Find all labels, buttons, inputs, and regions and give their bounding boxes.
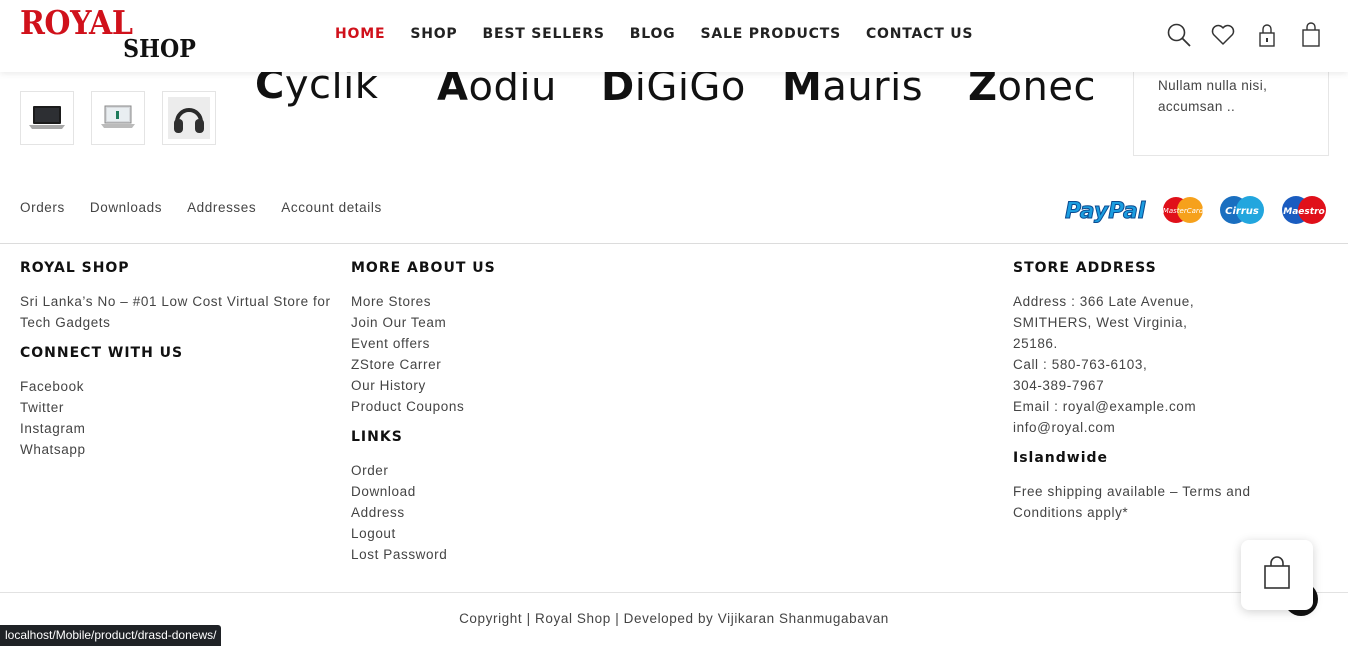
footer-link-whatsapp[interactable]: Whatsapp [20,439,340,460]
headphones-thumbnail[interactable] [162,91,216,145]
cirrus-logo: Cirrus [1217,194,1267,226]
account-link-addresses[interactable]: Addresses [187,200,256,215]
heart-icon[interactable] [1210,22,1236,48]
maestro-logo: Maestro [1279,194,1329,226]
footer-heading: STORE ADDRESS [1013,260,1157,276]
footer-link[interactable]: Event offers [351,333,651,354]
footer-heading: LINKS [351,429,403,445]
footer-link[interactable]: Address [351,502,651,523]
browser-status-url: localhost/Mobile/product/drasd-donews/ [0,625,222,646]
account-links: Orders Downloads Addresses Account detai… [20,200,407,215]
footer-link[interactable]: ZStore Carrer [351,354,651,375]
product-thumbnails [20,91,216,145]
search-icon[interactable] [1166,22,1192,48]
mastercard-logo: MasterCard [1161,194,1205,226]
footer-heading: Islandwide [1013,450,1109,466]
footer-link[interactable]: Join Our Team [351,312,651,333]
site-logo[interactable]: ROYAL SHOP [20,4,200,66]
nav-sale-products[interactable]: SALE PRODUCTS [700,26,841,42]
footer-link-facebook[interactable]: Facebook [20,376,340,397]
svg-text:Maestro: Maestro [1283,207,1324,217]
footer-link-instagram[interactable]: Instagram [20,418,340,439]
payment-logos: PayPal MasterCard Cirrus Maestro [1063,194,1329,226]
email-line: info@royal.com [1013,420,1116,435]
nav-contact-us[interactable]: CONTACT US [866,26,973,42]
footer-col-store-address: STORE ADDRESS Address : 366 Late Avenue,… [1013,260,1313,535]
floating-cart-button[interactable] [1241,540,1313,610]
paypal-logo: PayPal [1063,194,1149,226]
footer-heading: MORE ABOUT US [351,260,496,276]
footer-link[interactable]: Order [351,460,651,481]
bottom-divider [0,592,1348,593]
lock-icon[interactable] [1254,22,1280,48]
footer-link[interactable]: Download [351,481,651,502]
copyright-text: Copyright | Royal Shop | Developed by Vi… [459,611,889,626]
phone-line: 304-389-7967 [1013,378,1105,393]
email-line: Email : royal@example.com [1013,399,1197,414]
laptop-stand-thumbnail[interactable] [91,91,145,145]
footer-link[interactable]: Lost Password [351,544,651,565]
nav-shop[interactable]: SHOP [410,26,457,42]
address-line: 25186. [1013,336,1058,351]
nav-blog[interactable]: BLOG [630,26,676,42]
footer-heading: CONNECT WITH US [20,345,184,361]
logo-royal-text: ROYAL [20,4,133,43]
shopping-bag-icon [1262,555,1292,595]
footer-link[interactable]: More Stores [351,291,651,312]
footer-col-royal-shop: ROYAL SHOP Sri Lanka’s No – #01 Low Cost… [20,260,340,472]
footer-link[interactable]: Product Coupons [351,396,651,417]
nav-home[interactable]: HOME [335,26,385,42]
svg-text:MasterCard: MasterCard [1163,207,1204,215]
footer-heading: ROYAL SHOP [20,260,130,276]
account-link-orders[interactable]: Orders [20,200,65,215]
footer-col-more-about: MORE ABOUT US More Stores Join Our Team … [351,260,651,577]
phone-line: Call : 580-763-6103, [1013,357,1148,372]
footer-link[interactable]: Our History [351,375,651,396]
address-line: Address : 366 Late Avenue, [1013,294,1195,309]
main-nav: HOME SHOP BEST SELLERS BLOG SALE PRODUCT… [335,26,998,42]
footer-divider [0,243,1348,244]
account-link-account-details[interactable]: Account details [281,200,382,215]
side-card-text: Nullam nulla nisi, accumsan .. [1158,78,1268,114]
nav-best-sellers[interactable]: BEST SELLERS [483,26,605,42]
shopping-bag-icon[interactable] [1298,22,1324,48]
footer-text: Free shipping available – Terms and Cond… [1013,484,1251,520]
footer-link-twitter[interactable]: Twitter [20,397,340,418]
svg-text:PayPal: PayPal [1065,199,1146,224]
footer-text: Sri Lanka’s No – #01 Low Cost Virtual St… [20,294,331,330]
laptop-thumbnail[interactable] [20,91,74,145]
logo-shop-text: SHOP [123,34,196,63]
svg-text:Cirrus: Cirrus [1225,206,1259,217]
address-line: SMITHERS, West Virginia, [1013,315,1188,330]
header-icons [1166,22,1324,48]
account-link-downloads[interactable]: Downloads [90,200,162,215]
footer-link[interactable]: Logout [351,523,651,544]
site-header: ROYAL SHOP HOME SHOP BEST SELLERS BLOG S… [0,0,1348,72]
